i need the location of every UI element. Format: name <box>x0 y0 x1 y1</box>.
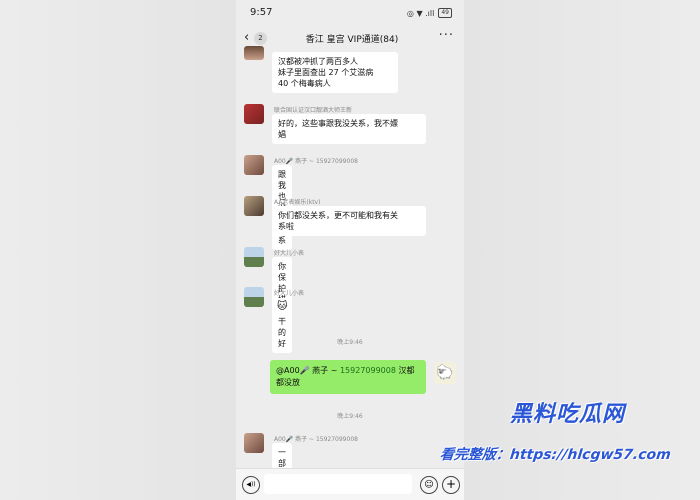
chat-title: 香江 皇宫 VIP通道(84) <box>305 35 399 45</box>
avatar[interactable] <box>244 433 264 453</box>
phone-screen: 9:57 ◎ ▼ .ıll 49 ‹ 2 香江 皇宫 VIP通道(84) ···… <box>236 0 464 500</box>
sender-name: 好大儿小表 <box>274 250 305 257</box>
phone-link[interactable]: 15927099008 <box>340 366 396 375</box>
more-icon[interactable]: ··· <box>439 28 454 43</box>
status-time: 9:57 <box>250 7 273 18</box>
avatar[interactable] <box>244 196 264 216</box>
back-icon[interactable]: ‹ <box>244 30 249 45</box>
sender-name: 联合国认证汉口靓酒大师王新 <box>274 107 353 114</box>
input-bar: ◀)) ☺ + <box>236 468 464 500</box>
sender-name: A00🎤 燕子 ~ 15927099008 <box>274 158 358 165</box>
status-bar: 9:57 ◎ ▼ .ıll 49 <box>236 0 464 26</box>
sender-name: A00🎤 燕子 ~ 15927099008 <box>274 436 358 443</box>
voice-icon[interactable]: ◀)) <box>242 476 260 494</box>
chat-header: ‹ 2 香江 皇宫 VIP通道(84) ··· <box>236 26 464 50</box>
sender-name: 好大儿小表 <box>274 290 305 297</box>
avatar[interactable] <box>244 287 264 307</box>
message-bubble[interactable]: 汉都被冲抓了两百多人 妹子里面查出 27 个艾滋病 40 个梅毒病人 <box>272 52 398 93</box>
message-bubble[interactable]: 好的，这些事跟我没关系，我不嫖 娼 <box>272 114 426 144</box>
status-icons: ◎ ▼ .ıll 49 <box>407 8 452 18</box>
my-message-bubble[interactable]: @A00🎤 燕子 ~ 15927099008 汉都都没放 <box>270 360 426 394</box>
plus-icon[interactable]: + <box>442 476 460 494</box>
sender-name: AA老表娱乐(ktv) <box>274 199 321 206</box>
avatar[interactable] <box>244 155 264 175</box>
avatar[interactable] <box>244 46 264 60</box>
message-input[interactable] <box>264 474 412 494</box>
message-bubble[interactable]: 你们都没关系，更不可能和我有关 系啦 <box>272 206 426 236</box>
battery-icon: 49 <box>438 8 452 18</box>
watermark-url: 看完整版：https://hlcgw57.com <box>439 447 672 463</box>
time-separator: 晚上9:46 <box>337 339 363 346</box>
background-left <box>0 0 236 500</box>
avatar[interactable] <box>244 104 264 124</box>
avatar[interactable] <box>244 247 264 267</box>
emoji-icon[interactable]: ☺ <box>420 476 438 494</box>
time-separator: 晚上9:46 <box>337 413 363 420</box>
unread-badge: 2 <box>254 32 267 45</box>
mention-text: @A00🎤 燕子 ~ <box>276 366 340 375</box>
watermark-title: 黑料吃瓜网 <box>510 402 626 427</box>
my-avatar[interactable]: 🐑 <box>434 362 456 384</box>
signal-icon: ◎ ▼ .ıll <box>406 8 435 18</box>
sticker-bubble[interactable]: 🐱 <box>272 298 293 315</box>
